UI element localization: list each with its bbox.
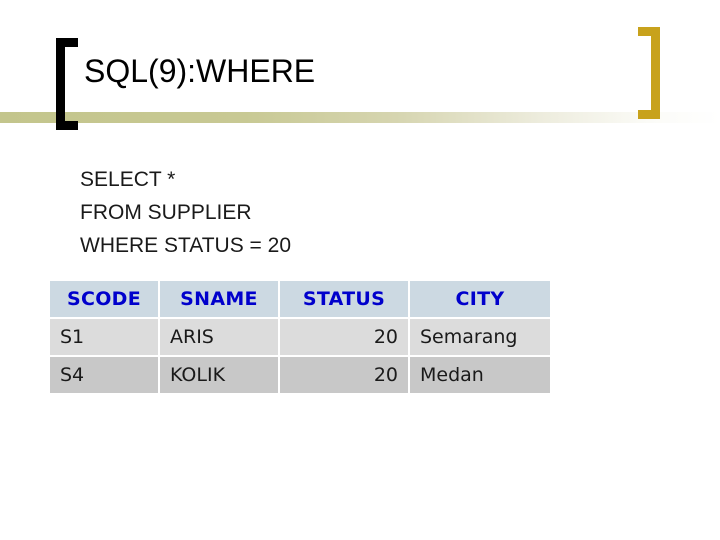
- cell-sname: KOLIK: [160, 357, 278, 393]
- table-header-row: SCODE SNAME STATUS CITY: [50, 281, 550, 317]
- sql-query-block: SELECT * FROM SUPPLIER WHERE STATUS = 20: [80, 163, 291, 262]
- cell-city: Medan: [410, 357, 550, 393]
- sql-query-line-2: FROM SUPPLIER: [80, 201, 252, 224]
- cell-sname: ARIS: [160, 319, 278, 355]
- query-result-table: SCODE SNAME STATUS CITY S1 ARIS 20 Semar…: [48, 279, 552, 395]
- cell-scode: S1: [50, 319, 158, 355]
- sql-query-line-1: SELECT *: [80, 168, 176, 191]
- table-row: S4 KOLIK 20 Medan: [50, 357, 550, 393]
- slide: SQL(9):WHERE SELECT * FROM SUPPLIER WHER…: [0, 0, 720, 540]
- column-header-sname: SNAME: [160, 281, 278, 317]
- cell-scode: S4: [50, 357, 158, 393]
- table-row: S1 ARIS 20 Semarang: [50, 319, 550, 355]
- title-bracket-right-icon: [638, 27, 660, 119]
- page-title: SQL(9):WHERE: [84, 53, 316, 89]
- column-header-city: CITY: [410, 281, 550, 317]
- sql-query-line-3: WHERE STATUS = 20: [80, 234, 292, 257]
- column-header-scode: SCODE: [50, 281, 158, 317]
- title-bracket-left-icon: [56, 38, 78, 130]
- cell-status: 20: [280, 357, 408, 393]
- cell-status: 20: [280, 319, 408, 355]
- title-divider-rule: [0, 112, 720, 123]
- cell-city: Semarang: [410, 319, 550, 355]
- column-header-status: STATUS: [280, 281, 408, 317]
